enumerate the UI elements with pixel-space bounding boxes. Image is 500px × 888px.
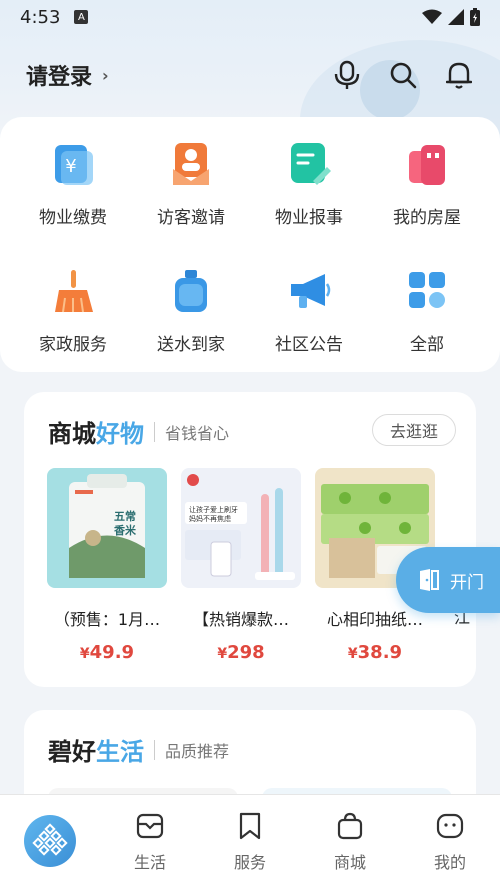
shopping-bag-icon xyxy=(337,812,363,840)
top-header: 请登录 › xyxy=(0,50,500,100)
shop-section: 商城好物 省钱省心 去逛逛 五常 香米 （预售：1月… ¥49.9 让孩子爱上刷… xyxy=(24,392,476,687)
product-price: ¥38.9 xyxy=(347,642,403,663)
divider xyxy=(154,739,155,760)
grid-icon xyxy=(402,266,452,316)
bookmark-icon xyxy=(239,812,261,840)
stroll-button[interactable]: 去逛逛 xyxy=(372,414,456,446)
profile-icon xyxy=(436,813,464,839)
door-icon xyxy=(420,569,439,591)
open-door-button[interactable]: 开门 xyxy=(396,547,500,613)
shop-subtitle: 省钱省心 xyxy=(165,423,230,443)
report-icon xyxy=(284,139,334,189)
service-property-fee[interactable]: ¥ 物业缴费 xyxy=(14,139,132,228)
service-label: 全部 xyxy=(410,335,444,355)
service-label: 送水到家 xyxy=(157,335,225,355)
tab-label: 服务 xyxy=(233,853,266,872)
product-card[interactable]: 五常 香米 （预售：1月… ¥49.9 xyxy=(47,468,167,663)
services-grid: ¥ 物业缴费 访客邀请 物业报事 我的房屋 家政服务 送水到家 社区公告 全部 xyxy=(0,139,500,355)
product-price: ¥298 xyxy=(217,642,265,663)
life-title: 碧好生活 xyxy=(48,738,144,766)
service-label: 家政服务 xyxy=(39,335,107,355)
login-label: 请登录 xyxy=(26,65,93,90)
service-water-delivery[interactable]: 送水到家 xyxy=(132,266,250,355)
tab-home[interactable] xyxy=(0,795,100,867)
signal-icon xyxy=(448,9,464,25)
life-subtitle: 品质推荐 xyxy=(165,741,230,761)
services-card: ¥ 物业缴费 访客邀请 物业报事 我的房屋 家政服务 送水到家 社区公告 全部 xyxy=(0,117,500,372)
product-card[interactable]: 让孩子爱上刷牙 妈妈不再焦虑 【热销爆款… ¥298 xyxy=(181,468,301,663)
service-housekeeping[interactable]: 家政服务 xyxy=(14,266,132,355)
battery-icon xyxy=(470,8,480,26)
svg-text:妈妈不再焦虑: 妈妈不再焦虑 xyxy=(189,514,231,523)
service-label: 社区公告 xyxy=(275,335,343,355)
broom-icon xyxy=(48,266,98,316)
service-label: 物业报事 xyxy=(275,208,343,228)
life-section-header: 碧好生活 品质推荐 xyxy=(48,732,229,767)
house-icon xyxy=(402,139,452,189)
service-label: 我的房屋 xyxy=(393,208,461,228)
svg-text:让孩子爱上刷牙: 让孩子爱上刷牙 xyxy=(189,505,238,514)
divider xyxy=(154,421,155,442)
tab-mine[interactable]: 我的 xyxy=(400,795,500,873)
wifi-icon xyxy=(422,9,442,24)
search-icon[interactable] xyxy=(388,60,418,90)
status-bar: 4:53 A xyxy=(0,0,500,34)
svg-text:五常: 五常 xyxy=(114,509,136,523)
tab-service[interactable]: 服务 xyxy=(200,795,300,873)
product-name: 【热销爆款… xyxy=(192,610,289,629)
status-time: 4:53 xyxy=(20,6,61,28)
bill-icon: ¥ xyxy=(48,139,98,189)
product-image: 五常 香米 xyxy=(47,468,167,588)
svg-text:香米: 香米 xyxy=(113,523,137,537)
product-image: 让孩子爱上刷牙 妈妈不再焦虑 xyxy=(181,468,301,588)
service-label: 物业缴费 xyxy=(39,208,107,228)
home-logo-icon xyxy=(24,815,76,867)
tab-shop[interactable]: 商城 xyxy=(300,795,400,873)
tab-life[interactable]: 生活 xyxy=(100,795,200,873)
service-visitor-invite[interactable]: 访客邀请 xyxy=(132,139,250,228)
visitor-icon xyxy=(166,139,216,189)
open-door-label: 开门 xyxy=(450,572,484,593)
login-link[interactable]: 请登录 › xyxy=(26,59,109,91)
product-price: ¥49.9 xyxy=(79,642,135,663)
bottom-tab-bar: 生活 服务 商城 我的 xyxy=(0,794,500,888)
shop-section-header: 商城好物 省钱省心 xyxy=(48,414,229,449)
product-name: （预售：1月… xyxy=(53,610,161,629)
product-list: 五常 香米 （预售：1月… ¥49.9 让孩子爱上刷牙 妈妈不再焦虑 【热销爆款… xyxy=(47,468,435,663)
svg-text:¥: ¥ xyxy=(65,156,76,177)
life-icon xyxy=(136,813,164,839)
service-property-report[interactable]: 物业报事 xyxy=(250,139,368,228)
service-label: 访客邀请 xyxy=(157,208,225,228)
tab-label: 生活 xyxy=(133,853,166,872)
service-my-house[interactable]: 我的房屋 xyxy=(368,139,486,228)
bell-icon[interactable] xyxy=(444,60,474,90)
notification-a-icon: A xyxy=(74,10,89,24)
microphone-icon[interactable] xyxy=(332,60,362,90)
tab-label: 商城 xyxy=(333,853,366,872)
shop-title: 商城好物 xyxy=(48,420,144,448)
service-all[interactable]: 全部 xyxy=(368,266,486,355)
megaphone-icon xyxy=(284,266,334,316)
chevron-right-icon: › xyxy=(102,65,109,85)
water-icon xyxy=(166,266,216,316)
service-community-notice[interactable]: 社区公告 xyxy=(250,266,368,355)
tab-label: 我的 xyxy=(433,853,466,872)
